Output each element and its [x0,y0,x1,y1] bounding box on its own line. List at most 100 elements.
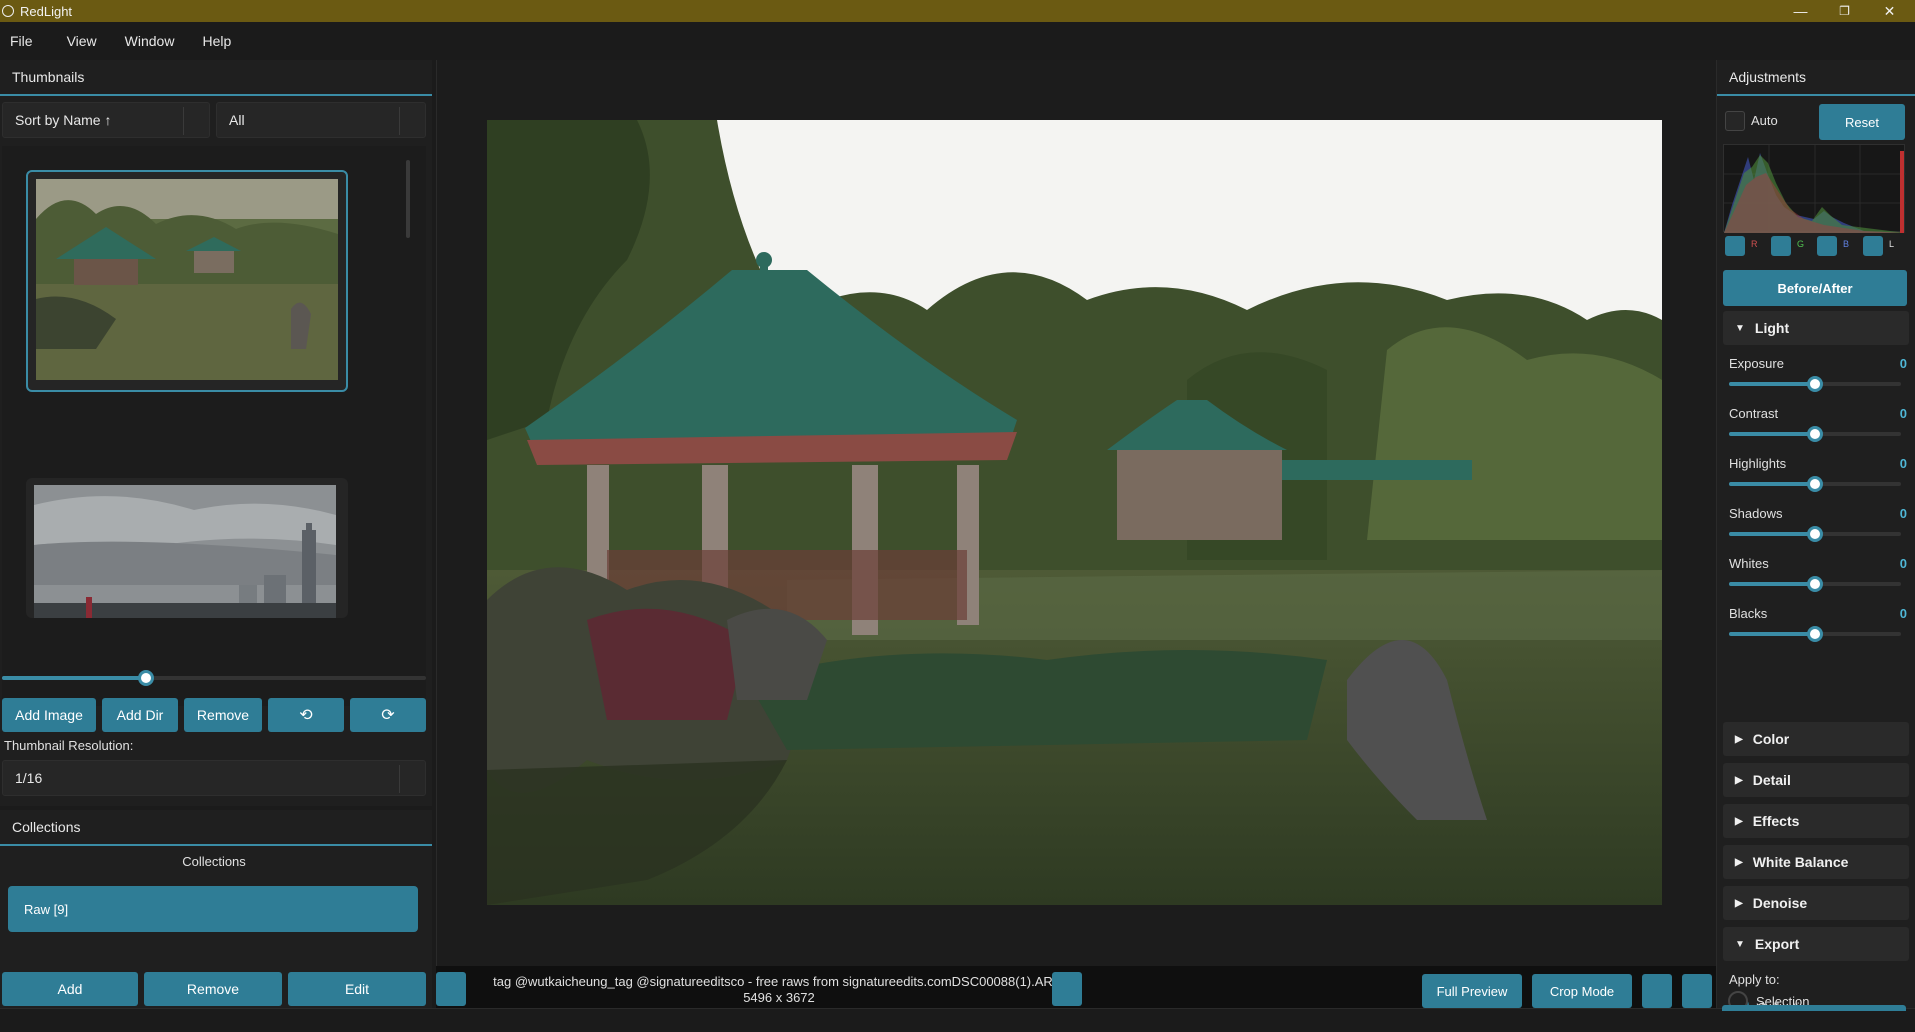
apply-to-label: Apply to: [1729,972,1780,987]
chevron-down-icon: ▼ [1735,938,1745,950]
full-preview-button[interactable]: Full Preview [1422,974,1522,1008]
channel-toggle-l[interactable] [1863,236,1883,256]
section-export[interactable]: ▼ Export [1723,927,1909,961]
channel-toggle-r[interactable] [1725,236,1745,256]
chevron-right-icon: ▶ [1735,733,1743,745]
close-button[interactable]: ✕ [1867,0,1912,22]
highlights-slider[interactable] [1729,476,1901,492]
thumbnail-list[interactable] [2,146,426,706]
whites-slider-fill [1729,582,1815,586]
left-panel: Thumbnails Sort by Name ↑ All Add Image … [0,60,432,1008]
blacks-slider[interactable] [1729,626,1901,642]
filter-value: All [229,112,245,128]
menu-file[interactable]: File [10,33,47,49]
add-dir-button[interactable]: Add Dir [102,698,178,732]
blacks-slider-handle[interactable] [1807,626,1823,642]
restore-button[interactable]: ❐ [1822,0,1867,22]
highlights-slider-fill [1729,482,1815,486]
contrast-slider[interactable] [1729,426,1901,442]
contrast-label: Contrast [1729,406,1779,421]
section-light[interactable]: ▼ Light [1723,311,1909,345]
edit-collection-button[interactable]: Edit [288,972,426,1006]
highlights-label: Highlights [1729,456,1787,471]
contrast-value[interactable]: 0 [1900,406,1907,421]
export-button-partial[interactable] [1722,1005,1906,1011]
section-effects[interactable]: ▶ Effects [1723,804,1909,838]
whites-slider[interactable] [1729,576,1901,592]
menu-view[interactable]: View [67,33,111,49]
chevron-right-icon: ▶ [1735,815,1743,827]
section-light-title: Light [1754,320,1790,336]
toolbar-button-2[interactable] [1682,974,1712,1008]
image-dimensions: 5496 x 3672 [743,990,815,1005]
sort-dropdown[interactable]: Sort by Name ↑ [2,102,210,138]
section-detail[interactable]: ▶ Detail [1723,763,1909,797]
status-bar: tag @wutkaicheung_tag @signatureeditsco … [436,966,1716,1008]
shadows-slider-handle[interactable] [1807,526,1823,542]
rotate-left-button[interactable]: ⟲ [268,698,344,732]
minimize-button[interactable]: — [1778,0,1823,22]
resolution-value: 1/16 [15,770,43,786]
thumbnail-image-pavilion [36,179,338,380]
section-color-title: Color [1752,731,1790,747]
whites-label: Whites [1729,556,1769,571]
blacks-label: Blacks [1729,606,1768,621]
exposure-slider-fill [1729,382,1815,386]
channel-label-g: G [1797,239,1805,249]
rotate-right-button[interactable]: ⟳ [350,698,426,732]
section-detail-title: Detail [1752,772,1791,788]
thumbnail-item-selected[interactable] [26,170,348,392]
section-white-balance-title: White Balance [1752,854,1849,870]
thumbnail-resolution-dropdown[interactable]: 1/16 [2,760,426,796]
channel-label-b: B [1843,239,1850,249]
chevron-down-icon [399,765,425,793]
thumbnail-scrollbar[interactable] [406,160,410,238]
shadows-slider[interactable] [1729,526,1901,542]
thumbnail-item[interactable] [26,478,348,618]
exposure-value[interactable]: 0 [1900,356,1907,371]
adjustments-panel: Adjustments Auto Reset R G B L Before/Af… [1716,60,1915,1016]
image-caption: tag @wutkaicheung_tag @signatureeditsco … [493,974,1065,989]
filter-dropdown[interactable]: All [216,102,426,138]
menu-help[interactable]: Help [202,33,245,49]
exposure-slider-handle[interactable] [1807,376,1823,392]
thumbnails-header: Thumbnails [0,60,432,96]
channel-toggle-b[interactable] [1817,236,1837,256]
thumbnail-image-skyline [34,485,336,618]
reset-button[interactable]: Reset [1819,104,1905,140]
remove-collection-button[interactable]: Remove [144,972,282,1006]
section-color[interactable]: ▶ Color [1723,722,1909,756]
previous-image-button[interactable] [436,972,466,1006]
exposure-slider[interactable] [1729,376,1901,392]
blacks-value[interactable]: 0 [1900,606,1907,621]
menu-window[interactable]: Window [125,33,189,49]
highlights-value[interactable]: 0 [1900,456,1907,471]
image-viewport[interactable] [436,60,1716,966]
auto-checkbox[interactable] [1725,111,1745,131]
bottom-strip: Selection [0,991,1915,1032]
toolbar-button-1[interactable] [1642,974,1672,1008]
highlights-slider-handle[interactable] [1807,476,1823,492]
main-image[interactable] [487,120,1662,905]
sort-value: Sort by Name ↑ [15,112,112,128]
remove-image-button[interactable]: Remove [184,698,262,732]
channel-toggle-g[interactable] [1771,236,1791,256]
shadows-label: Shadows [1729,506,1783,521]
next-image-button[interactable] [1052,972,1082,1006]
before-after-button[interactable]: Before/After [1723,270,1907,306]
thumbnail-size-slider[interactable] [2,670,426,686]
add-collection-button[interactable]: Add [2,972,138,1006]
add-image-button[interactable]: Add Image [2,698,96,732]
exposure-label: Exposure [1729,356,1784,371]
section-denoise[interactable]: ▶ Denoise [1723,886,1909,920]
crop-mode-button[interactable]: Crop Mode [1532,974,1632,1008]
contrast-slider-handle[interactable] [1807,426,1823,442]
app-icon [2,5,14,17]
menu-bar: File View Window Help [0,22,1915,60]
collection-item-raw[interactable]: Raw [9] [8,886,418,932]
section-white-balance[interactable]: ▶ White Balance [1723,845,1909,879]
whites-value[interactable]: 0 [1900,556,1907,571]
shadows-value[interactable]: 0 [1900,506,1907,521]
whites-slider-handle[interactable] [1807,576,1823,592]
chevron-down-icon [183,107,209,135]
